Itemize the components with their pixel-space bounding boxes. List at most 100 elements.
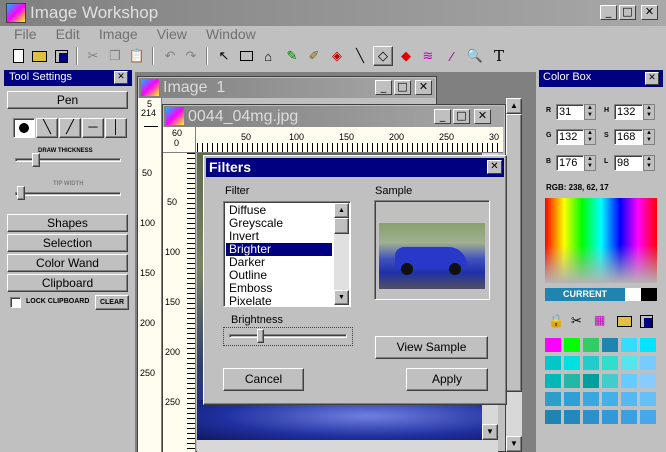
undo-icon[interactable]: ↶ [160, 46, 180, 66]
shapes-button[interactable]: Shapes [7, 214, 128, 232]
blue-spinner[interactable]: ▲ ▼ [584, 155, 596, 171]
green-field[interactable]: 132 [556, 129, 584, 145]
filter-list-scroll-up[interactable]: ▲ [334, 203, 349, 218]
color-swatch[interactable] [545, 338, 561, 352]
color-swatch[interactable] [545, 374, 561, 388]
paste-icon[interactable]: 📋 [127, 46, 147, 66]
color-swatch[interactable] [583, 392, 599, 406]
dot-stroke-button[interactable] [13, 118, 35, 138]
color-swatch[interactable] [583, 410, 599, 424]
magnifier-icon[interactable]: 🔍 [465, 46, 485, 66]
brush-icon[interactable]: ✐ [304, 46, 324, 66]
filter-option-pixelate[interactable]: Pixelate [226, 295, 332, 308]
image1-minimize-button[interactable]: _ [375, 80, 392, 95]
text-icon[interactable]: T [489, 46, 509, 66]
green-spinner[interactable]: ▲ ▼ [584, 129, 596, 145]
red-field[interactable]: 31 [556, 104, 584, 120]
open-folder-icon[interactable] [29, 46, 49, 66]
color-swatch[interactable] [602, 356, 618, 370]
color-swatch[interactable] [640, 374, 656, 388]
color-swatch[interactable] [564, 374, 580, 388]
color-swatch[interactable] [640, 410, 656, 424]
filter-list-scroll-down[interactable]: ▼ [334, 290, 349, 305]
image1-vertical-scrollbar[interactable]: ▲ ▼ [506, 98, 522, 452]
draw-thickness-slider[interactable] [32, 153, 40, 167]
menu-file[interactable]: File [14, 26, 37, 42]
new-file-icon[interactable] [8, 46, 28, 66]
lock-icon[interactable]: 🔒 [548, 313, 564, 329]
red-spinner[interactable]: ▲ ▼ [584, 104, 596, 120]
doc-close-button[interactable]: ✕ [474, 109, 491, 124]
view-sample-button[interactable]: View Sample [375, 336, 488, 359]
redo-icon[interactable]: ↷ [181, 46, 201, 66]
menu-window[interactable]: Window [206, 26, 256, 42]
color-box-title-bar[interactable]: Color Box ✕ [539, 70, 663, 87]
saturation-field[interactable]: 168 [614, 129, 643, 145]
fill-icon[interactable]: ◈ [327, 46, 347, 66]
image1-close-button[interactable]: ✕ [415, 80, 432, 95]
color-swatch[interactable] [602, 374, 618, 388]
doc-maximize-button[interactable]: □ [453, 109, 470, 124]
menu-view[interactable]: View [157, 26, 187, 42]
tool-settings-close-button[interactable]: ✕ [114, 71, 128, 84]
palette-icon[interactable]: ▦ [594, 313, 605, 327]
color-swatch[interactable] [621, 338, 637, 352]
blue-field[interactable]: 176 [556, 155, 584, 171]
tool-settings-title-bar[interactable]: Tool Settings ✕ [4, 70, 132, 86]
filter-list-scroll-thumb[interactable] [334, 218, 349, 234]
color-fill-icon[interactable]: ◆ [396, 46, 416, 66]
color-swatch[interactable] [621, 356, 637, 370]
filters-title-bar[interactable]: Filters ✕ [206, 158, 504, 177]
apply-button[interactable]: Apply [406, 368, 488, 391]
pen-button[interactable]: Pen [7, 91, 128, 109]
image1-maximize-button[interactable]: □ [394, 80, 411, 95]
rainbow-icon[interactable]: ≋ [418, 46, 438, 66]
app-title-bar[interactable]: Image Workshop _ □ ✕ [0, 0, 666, 26]
color-swatch[interactable] [564, 356, 580, 370]
color-swatch[interactable] [564, 392, 580, 406]
menu-edit[interactable]: Edit [56, 26, 80, 42]
scissors-icon[interactable]: ✂ [571, 313, 582, 329]
doc-scroll-down-button[interactable]: ▼ [482, 424, 498, 440]
color-swatch[interactable] [621, 392, 637, 406]
pointer-icon[interactable]: ↖ [214, 46, 234, 66]
hue-spinner[interactable]: ▲ ▼ [643, 104, 655, 120]
color-swatch[interactable] [583, 374, 599, 388]
backslash-stroke-button[interactable]: ╲ [36, 118, 58, 138]
dropper-icon[interactable]: ⁄ [442, 46, 462, 66]
slash-stroke-button[interactable]: ╱ [59, 118, 81, 138]
color-swatch[interactable] [602, 392, 618, 406]
app-close-button[interactable]: ✕ [641, 5, 658, 20]
color-swatch[interactable] [621, 410, 637, 424]
filters-close-button[interactable]: ✕ [487, 160, 502, 174]
image1-scroll-up-button[interactable]: ▲ [506, 98, 522, 114]
color-swatch[interactable] [564, 338, 580, 352]
line-icon[interactable]: ╲ [350, 46, 370, 66]
save-icon[interactable] [640, 315, 653, 328]
eraser-icon[interactable]: ◇ [373, 46, 393, 66]
tip-width-slider[interactable] [17, 186, 25, 200]
selection-button[interactable]: Selection [7, 234, 128, 252]
app-maximize-button[interactable]: □ [619, 5, 636, 20]
select-tool-icon[interactable]: ⌂ [258, 46, 278, 66]
color-swatch[interactable] [583, 356, 599, 370]
clipboard-button[interactable]: Clipboard [7, 274, 128, 292]
clear-button[interactable]: CLEAR [95, 295, 129, 310]
color-swatch[interactable] [640, 338, 656, 352]
cancel-button[interactable]: Cancel [223, 368, 304, 391]
hue-field[interactable]: 132 [614, 104, 643, 120]
save-icon[interactable] [51, 46, 71, 66]
app-minimize-button[interactable]: _ [600, 5, 617, 20]
brightness-slider[interactable] [256, 329, 264, 343]
pencil-icon[interactable]: ✎ [282, 46, 302, 66]
luminance-spinner[interactable]: ▲ ▼ [643, 155, 655, 171]
color-swatch[interactable] [602, 338, 618, 352]
color-swatch[interactable] [545, 356, 561, 370]
vertical-stroke-button[interactable]: │ [105, 118, 127, 138]
filter-list[interactable]: Diffuse Greyscale Invert Brighter Darker… [223, 201, 351, 308]
horizontal-stroke-button[interactable]: ─ [82, 118, 104, 138]
image1-scroll-thumb[interactable] [506, 114, 522, 392]
saturation-spinner[interactable]: ▲ ▼ [643, 129, 655, 145]
doc-title-bar[interactable]: 0044_04mg.jpg _ □ ✕ [164, 106, 504, 127]
image1-title-bar[interactable]: Image 1 _ □ ✕ [139, 78, 435, 98]
